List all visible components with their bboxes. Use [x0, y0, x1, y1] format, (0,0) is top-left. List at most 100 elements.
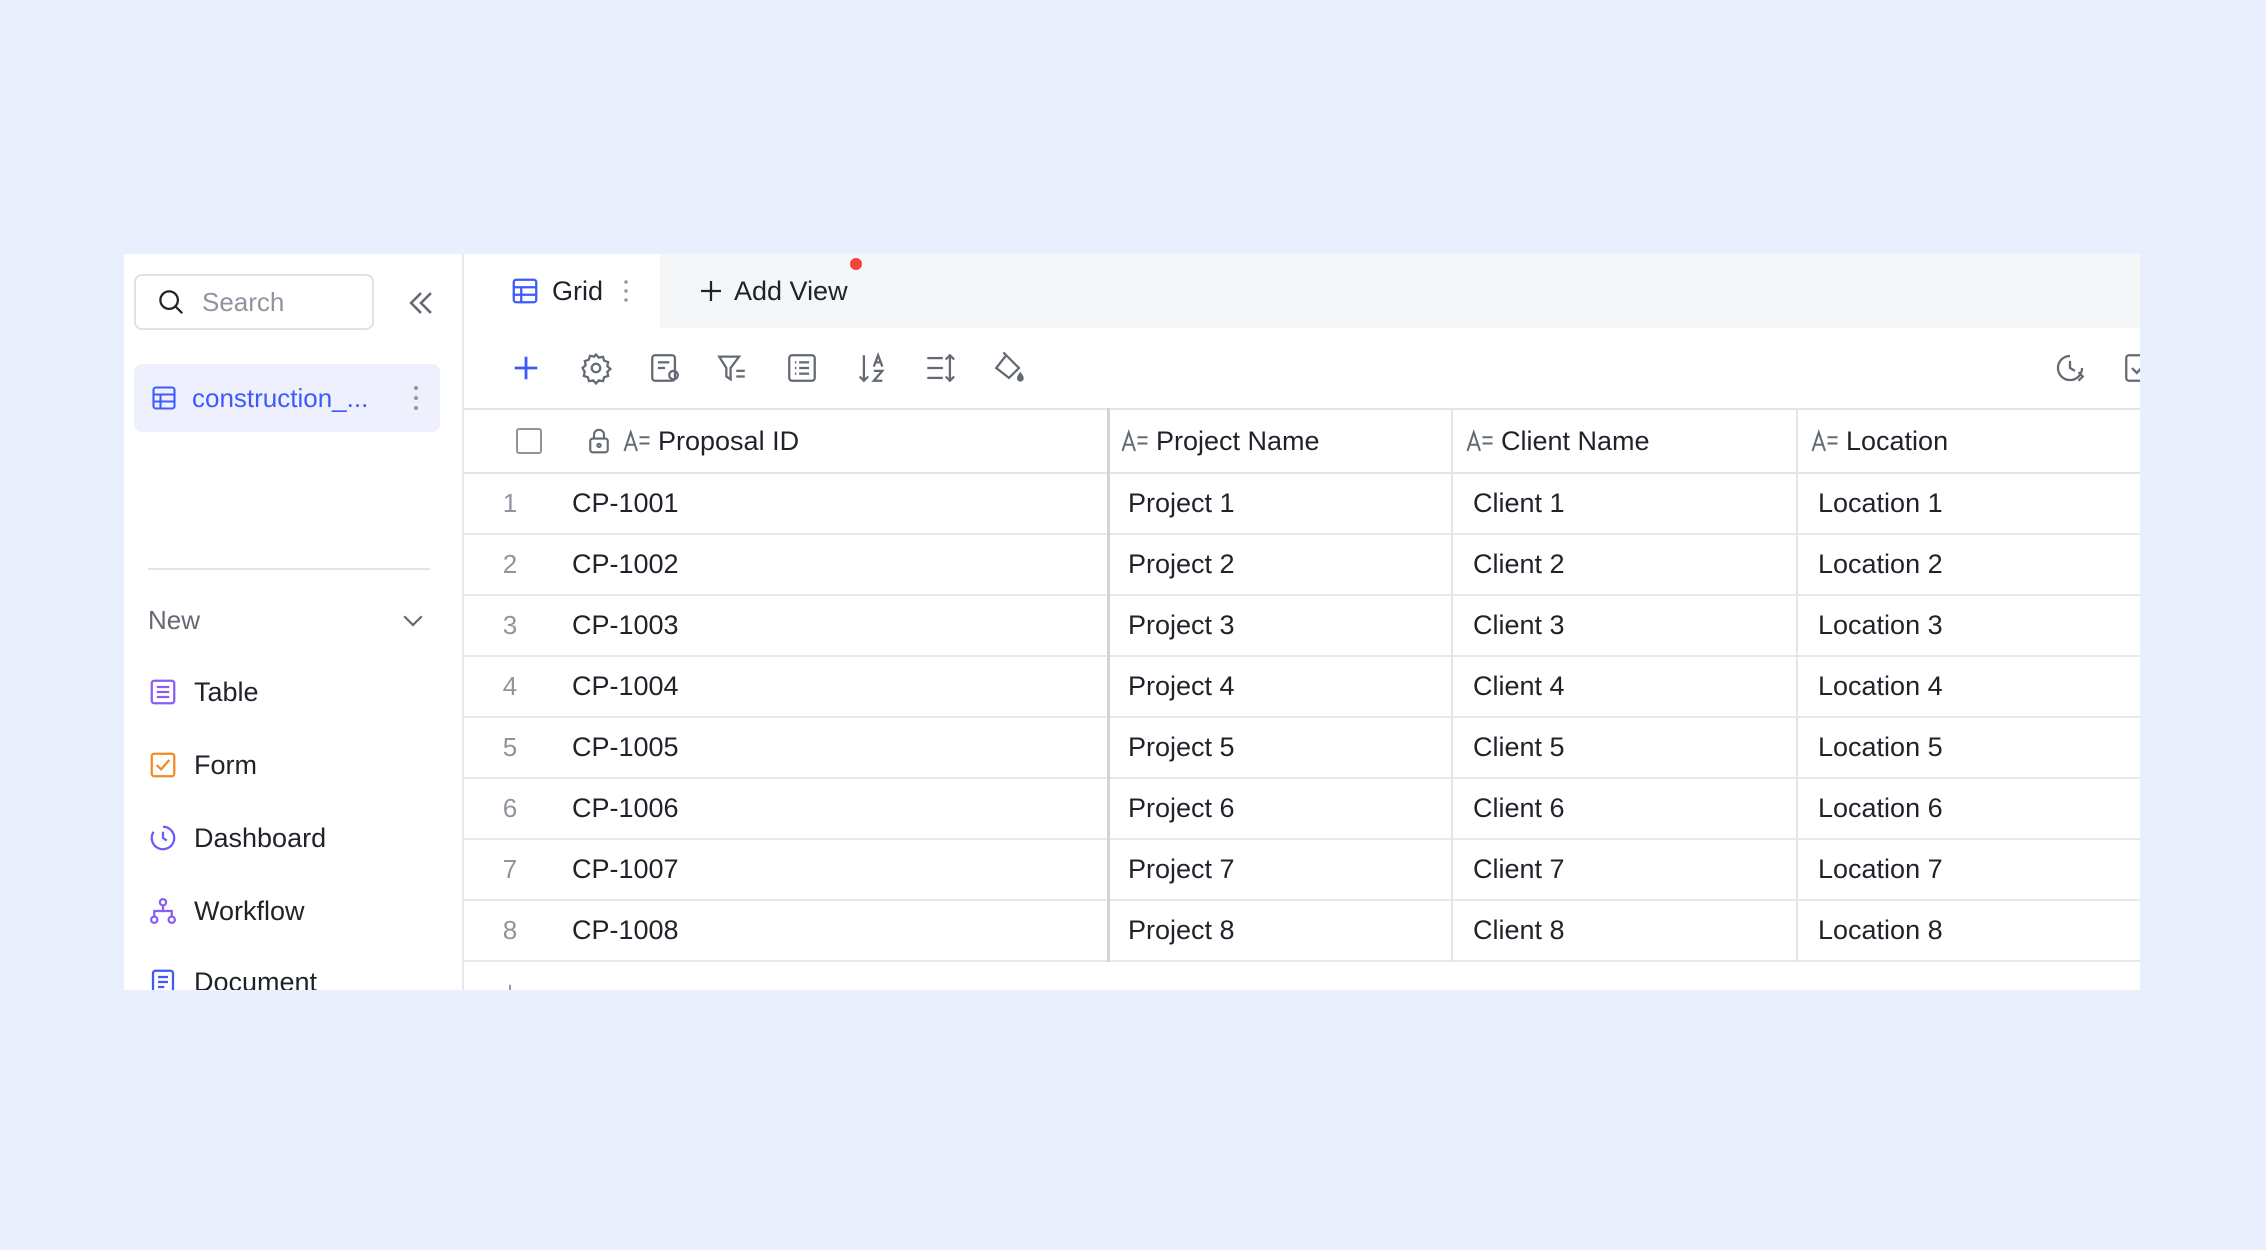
new-document-item[interactable]: Document — [148, 954, 438, 990]
cell-client-name[interactable]: Client 5 — [1473, 718, 1565, 777]
history-icon — [2056, 354, 2085, 382]
new-form-item[interactable]: Form — [148, 737, 438, 793]
cell-project-name[interactable]: Project 4 — [1128, 657, 1235, 716]
cell-client-name[interactable]: Client 7 — [1473, 840, 1565, 899]
cell-client-name[interactable]: Client 3 — [1473, 596, 1565, 655]
search-input[interactable] — [200, 285, 364, 319]
add-record-button[interactable] — [506, 348, 546, 388]
group-button[interactable] — [782, 348, 822, 388]
cell-client-name[interactable]: Client 4 — [1473, 657, 1565, 716]
sidebar-item-table[interactable]: construction_... — [134, 364, 440, 432]
document-icon — [151, 969, 175, 990]
cell-project-name[interactable]: Project 6 — [1128, 779, 1235, 838]
add-view-label: Add View — [734, 275, 848, 306]
notification-dot — [850, 258, 862, 270]
list-icon — [788, 354, 816, 382]
select-all-checkbox[interactable] — [516, 428, 542, 454]
collapse-sidebar-icon[interactable] — [404, 286, 438, 320]
new-menu-toggle[interactable]: New — [148, 592, 438, 648]
column-header-client-name[interactable]: Client Name — [1465, 410, 1650, 472]
column-divider[interactable] — [1451, 408, 1453, 962]
cell-project-name[interactable]: Project 8 — [1128, 901, 1235, 960]
text-field-icon — [1466, 429, 1493, 452]
table-row[interactable]: 6 CP-1006 Project 6 Client 6 Location 6 — [464, 779, 2140, 840]
cell-proposal-id[interactable]: CP-1004 — [572, 657, 679, 716]
plus-icon — [514, 356, 538, 380]
filter-icon — [717, 355, 745, 382]
table-row[interactable]: 5 CP-1005 Project 5 Client 5 Location 5 — [464, 718, 2140, 779]
workflow-icon — [150, 898, 176, 924]
cell-project-name[interactable]: Project 7 — [1128, 840, 1235, 899]
frozen-column-divider[interactable] — [1107, 408, 1110, 962]
table-row[interactable]: 2 CP-1002 Project 2 Client 2 Location 2 — [464, 535, 2140, 596]
cell-proposal-id[interactable]: CP-1002 — [572, 535, 679, 594]
table-row[interactable]: 8 CP-1008 Project 8 Client 8 Location 8 — [464, 901, 2140, 962]
cell-proposal-id[interactable]: CP-1008 — [572, 901, 679, 960]
cell-location[interactable]: Location 3 — [1818, 596, 1943, 655]
cell-project-name[interactable]: Project 3 — [1128, 596, 1235, 655]
cell-client-name[interactable]: Client 8 — [1473, 901, 1565, 960]
table-row[interactable]: 1 CP-1001 Project 1 Client 1 Location 1 — [464, 474, 2140, 535]
row-number: 7 — [502, 854, 518, 884]
add-row-button[interactable]: + — [464, 976, 556, 990]
search-box[interactable] — [134, 274, 374, 330]
cell-location[interactable]: Location 4 — [1818, 657, 1943, 716]
column-header-location[interactable]: Location — [1810, 410, 1948, 472]
tab-grid[interactable]: Grid — [464, 254, 660, 328]
filter-button[interactable] — [712, 348, 752, 388]
tab-grid-label: Grid — [552, 275, 604, 306]
sort-button[interactable] — [851, 348, 891, 388]
cell-project-name[interactable]: Project 2 — [1128, 535, 1235, 594]
new-workflow-item[interactable]: Workflow — [148, 883, 438, 939]
column-header-label: Location — [1846, 425, 1949, 456]
new-table-item[interactable]: Table — [148, 664, 438, 720]
table-row[interactable]: 4 CP-1004 Project 4 Client 4 Location 4 — [464, 657, 2140, 718]
fill-color-button[interactable] — [989, 348, 1029, 388]
more-vertical-icon[interactable] — [412, 384, 420, 412]
row-number: 4 — [502, 671, 518, 701]
new-dashboard-item[interactable]: Dashboard — [148, 810, 438, 866]
row-number: 1 — [502, 488, 518, 518]
table-icon — [152, 386, 176, 410]
cell-project-name[interactable]: Project 1 — [1128, 474, 1235, 533]
column-header-project-name[interactable]: Project Name — [1120, 410, 1320, 472]
field-settings-icon — [651, 354, 679, 382]
table-row[interactable]: 3 CP-1003 Project 3 Client 3 Location 3 — [464, 596, 2140, 657]
cell-project-name[interactable]: Project 5 — [1128, 718, 1235, 777]
cell-proposal-id[interactable]: CP-1001 — [572, 474, 679, 533]
column-header-proposal-id[interactable]: Proposal ID — [584, 410, 799, 472]
history-button[interactable] — [2050, 348, 2090, 388]
chevron-down-icon — [403, 615, 423, 627]
new-item-label: Document — [194, 966, 318, 991]
cell-proposal-id[interactable]: CP-1006 — [572, 779, 679, 838]
paint-bucket-icon — [994, 351, 1024, 382]
dashboard-icon — [150, 825, 176, 851]
cell-location[interactable]: Location 1 — [1818, 474, 1943, 533]
text-field-icon — [1811, 429, 1838, 452]
main-area: Grid Add View Proposal ID Project Name C… — [464, 254, 2140, 990]
search-icon — [159, 290, 184, 315]
cell-location[interactable]: Location 6 — [1818, 779, 1943, 838]
table-row[interactable]: 7 CP-1007 Project 7 Client 7 Location 7 — [464, 840, 2140, 901]
cell-location[interactable]: Location 2 — [1818, 535, 1943, 594]
add-view-button[interactable]: Add View — [696, 254, 848, 328]
row-height-button[interactable] — [920, 348, 960, 388]
more-vertical-icon[interactable] — [623, 279, 629, 303]
row-height-icon — [927, 353, 955, 383]
cell-location[interactable]: Location 5 — [1818, 718, 1943, 777]
tasks-button[interactable] — [2119, 348, 2140, 388]
cell-proposal-id[interactable]: CP-1003 — [572, 596, 679, 655]
new-item-label: Workflow — [194, 895, 305, 926]
form-icon — [150, 752, 176, 778]
column-divider[interactable] — [1796, 408, 1798, 962]
app-window: construction_... New Table Form Dashboar… — [124, 254, 2140, 990]
cell-client-name[interactable]: Client 1 — [1473, 474, 1565, 533]
field-settings-button[interactable] — [645, 348, 685, 388]
cell-proposal-id[interactable]: CP-1005 — [572, 718, 679, 777]
cell-location[interactable]: Location 8 — [1818, 901, 1943, 960]
cell-client-name[interactable]: Client 2 — [1473, 535, 1565, 594]
cell-location[interactable]: Location 7 — [1818, 840, 1943, 899]
cell-proposal-id[interactable]: CP-1007 — [572, 840, 679, 899]
cell-client-name[interactable]: Client 6 — [1473, 779, 1565, 838]
settings-button[interactable] — [576, 348, 616, 388]
